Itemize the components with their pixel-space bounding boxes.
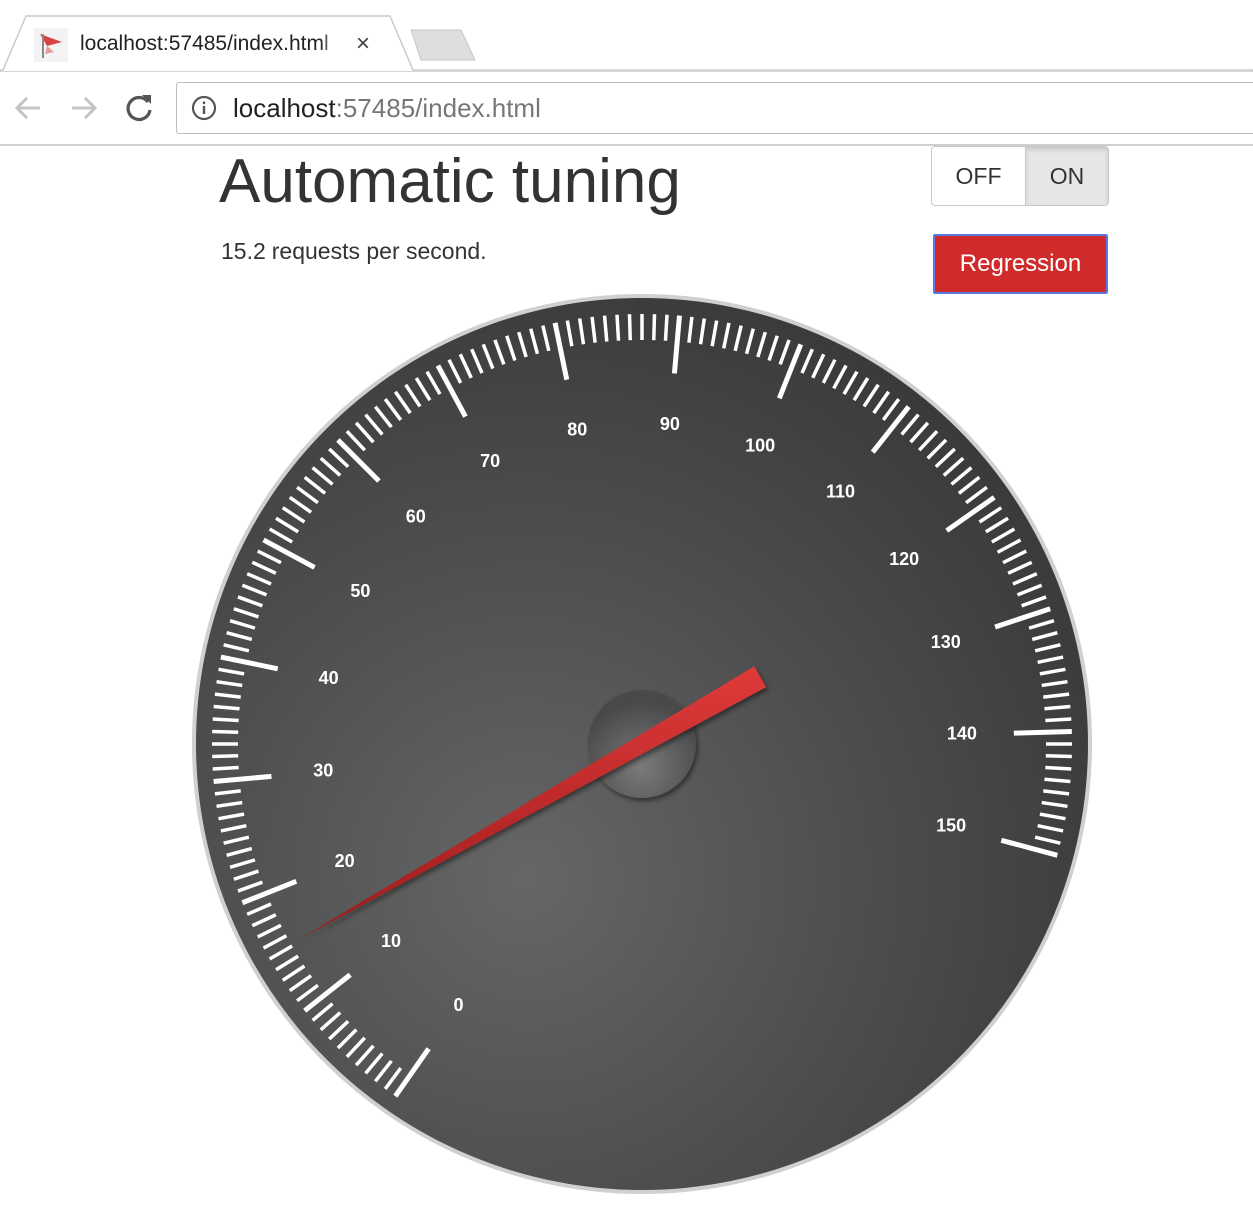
gauge-tick-label: 150 <box>936 816 966 836</box>
gauge-tick-label: 80 <box>567 419 587 439</box>
gauge-minor-tick <box>212 765 239 771</box>
gauge-tick-label: 120 <box>889 549 919 569</box>
page-favicon-icon <box>34 28 68 62</box>
info-icon[interactable] <box>191 95 217 121</box>
request-rate-value: 15.2 <box>221 238 266 264</box>
gauge-tick-label: 140 <box>947 723 977 743</box>
gauge-minor-tick <box>212 729 239 734</box>
gauge-minor-tick <box>1045 765 1072 771</box>
gauge-tick-label: 20 <box>335 851 355 871</box>
forward-arrow-icon[interactable] <box>66 90 102 126</box>
gauge-tick-label: 40 <box>319 668 339 688</box>
gauge-tick-label: 60 <box>406 506 426 526</box>
request-rate-unit: requests per second. <box>271 238 487 264</box>
gauge-minor-tick <box>627 314 632 341</box>
url-text: localhost:57485/index.html <box>233 93 541 124</box>
gauge-tick-label: 100 <box>745 435 775 455</box>
gauge-major-tick <box>1013 728 1072 736</box>
gauge-minor-tick <box>1044 704 1071 711</box>
toggle-on-button[interactable]: ON <box>1026 147 1108 205</box>
gauge-minor-tick <box>213 704 240 711</box>
url-host: localhost <box>233 93 336 123</box>
toggle-off-button[interactable]: OFF <box>932 147 1026 205</box>
tuning-toggle: OFF ON <box>931 146 1109 206</box>
gauge-minor-tick <box>212 754 239 759</box>
gauge-tick-label: 0 <box>453 995 463 1015</box>
tab-close-icon[interactable]: × <box>356 30 370 58</box>
gauge-minor-tick <box>1045 754 1072 759</box>
gauge-tick-label: 130 <box>931 632 961 652</box>
gauge-minor-tick <box>1044 777 1071 784</box>
gauge-minor-tick <box>602 315 609 342</box>
gauge-minor-tick <box>652 314 657 341</box>
gauge-tick-label: 70 <box>480 451 500 471</box>
page-title: Automatic tuning <box>219 147 681 216</box>
gauge-tick-label: 30 <box>313 761 333 781</box>
speed-gauge: 0 10 20 30 40 50 60 70 80 90 100 110 120 130 140 150 <box>192 294 1092 1194</box>
regression-button[interactable]: Regression <box>933 234 1108 294</box>
tab-strip: localhost:57485/index.html × <box>0 0 1253 72</box>
gauge-minor-tick <box>663 314 669 341</box>
back-arrow-icon[interactable] <box>10 90 46 126</box>
browser-tab[interactable]: localhost:57485/index.html × <box>0 0 420 72</box>
gauge-minor-tick <box>212 717 239 723</box>
reload-icon[interactable] <box>121 90 157 126</box>
request-rate-text: 15.2 requests per second. <box>221 238 487 265</box>
gauge-minor-tick <box>615 314 621 341</box>
tab-title: localhost:57485/index.html <box>80 32 329 55</box>
gauge-minor-tick <box>1045 717 1072 723</box>
address-bar[interactable]: localhost:57485/index.html <box>176 82 1253 134</box>
new-tab-button[interactable] <box>408 28 478 62</box>
browser-toolbar: localhost:57485/index.html <box>0 72 1253 146</box>
url-path: :57485/index.html <box>335 93 541 123</box>
gauge-tick-label: 90 <box>660 414 680 434</box>
gauge-tick-label: 50 <box>350 581 370 601</box>
gauge-tick-label: 10 <box>381 931 401 951</box>
gauge-tick-label: 110 <box>826 482 855 502</box>
